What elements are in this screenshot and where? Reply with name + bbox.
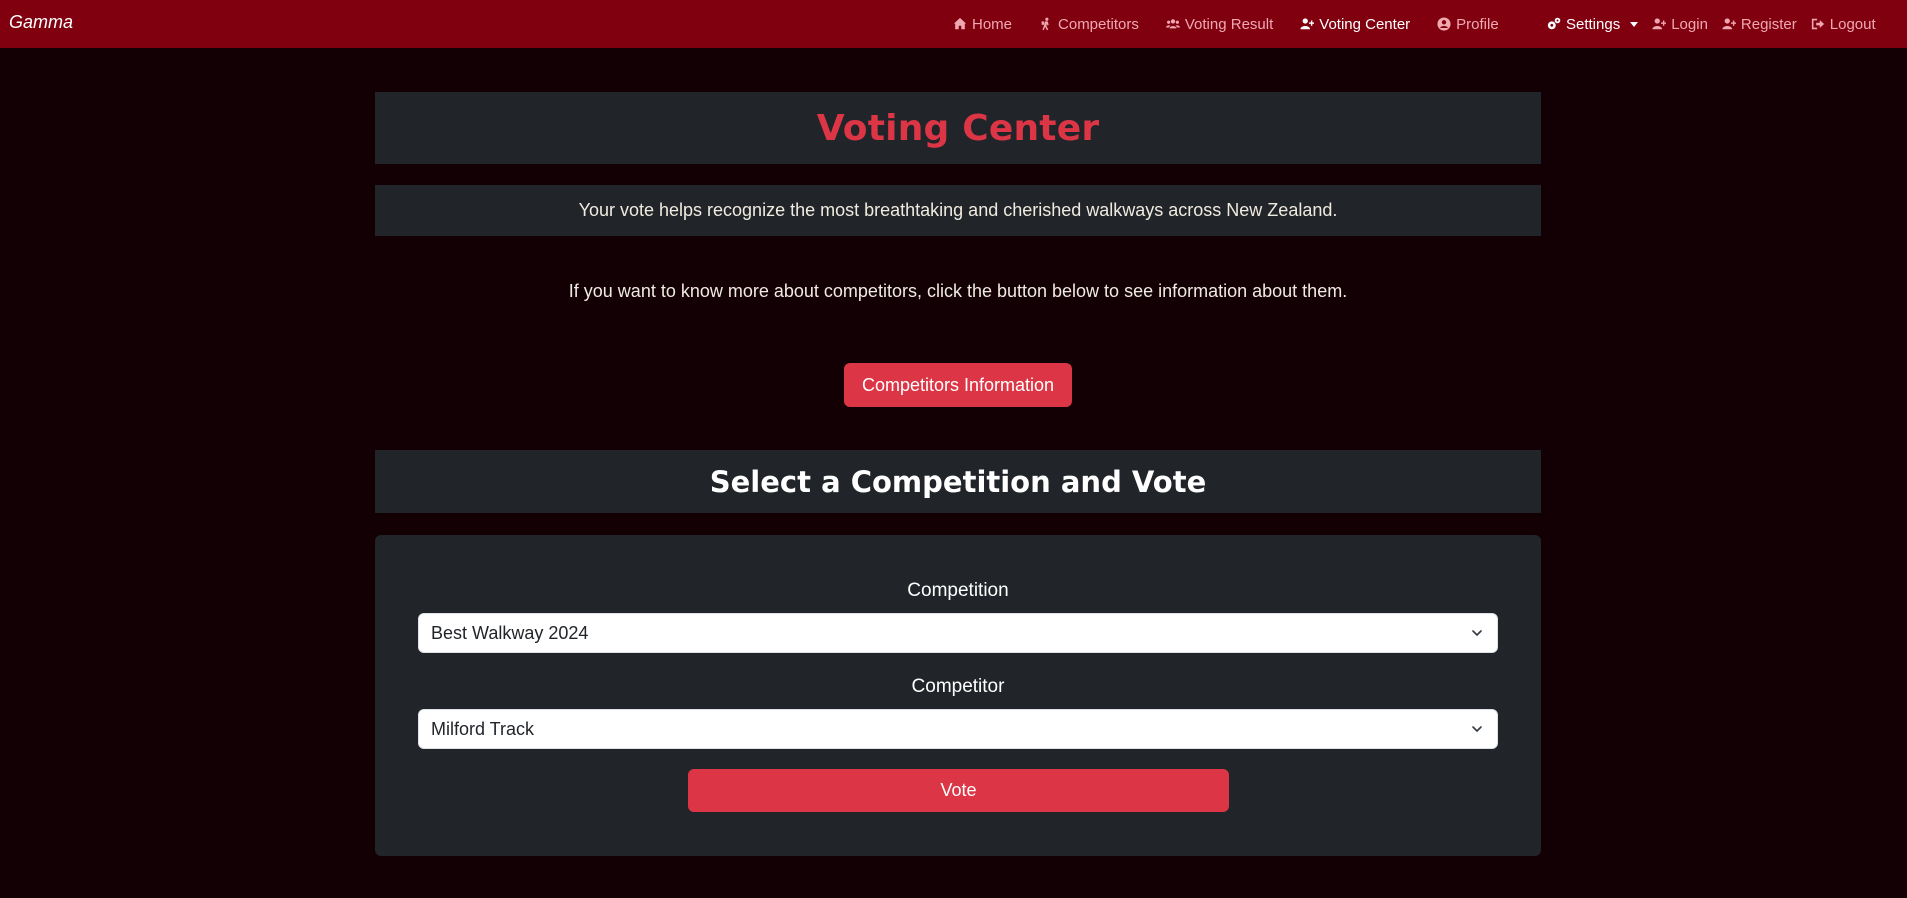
nav-login-label: Login <box>1671 15 1708 33</box>
competition-label: Competition <box>907 580 1009 601</box>
info-text: If you want to know more about competito… <box>568 281 1348 301</box>
intro-banner: Your vote helps recognize the most breat… <box>375 185 1541 236</box>
competitor-label: Competitor <box>911 676 1005 697</box>
competitor-select-value: Milford Track <box>431 718 535 739</box>
top-navbar: Gamma Home Competitors Voting Result Vot… <box>0 0 1907 48</box>
nav-profile[interactable]: Profile <box>1437 16 1499 33</box>
nav-login[interactable]: Login <box>1652 16 1708 33</box>
nav-register[interactable]: Register <box>1722 16 1797 33</box>
nav-links: Home Competitors Voting Result Voting Ce… <box>953 0 1526 48</box>
settings-dropdown[interactable]: Settings <box>1547 15 1639 33</box>
competitors-information-button[interactable]: Competitors Information <box>844 363 1072 407</box>
caret-down-icon <box>1630 21 1639 27</box>
nav-home[interactable]: Home <box>953 16 1012 33</box>
users-icon <box>1165 17 1180 31</box>
sign-out-icon <box>1811 17 1825 31</box>
competitor-select[interactable]: Milford Track <box>418 709 1498 749</box>
settings-label: Settings <box>1566 15 1621 33</box>
competition-select-value: Best Walkway 2024 <box>431 622 589 643</box>
section-title: Select a Competition and Vote <box>709 464 1207 499</box>
nav-home-label: Home <box>972 15 1013 33</box>
user-plus-icon <box>1722 17 1736 31</box>
nav-right: Settings Login Register Logout <box>1547 0 1890 48</box>
user-plus-icon <box>1300 17 1315 31</box>
nav-voting-result-label: Voting Result <box>1184 15 1274 33</box>
vote-form: Competition Best Walkway 2024 Competitor… <box>375 535 1541 856</box>
nav-logout[interactable]: Logout <box>1811 16 1876 33</box>
chevron-down-icon <box>1471 627 1483 639</box>
competition-select[interactable]: Best Walkway 2024 <box>418 613 1498 653</box>
nav-voting-result[interactable]: Voting Result <box>1165 15 1274 33</box>
home-icon <box>953 17 967 31</box>
nav-voting-center[interactable]: Voting Center <box>1300 16 1410 33</box>
page-title: Voting Center <box>816 107 1100 149</box>
section-banner: Select a Competition and Vote <box>375 450 1541 513</box>
vote-button[interactable]: Vote <box>688 769 1229 812</box>
nav-logout-label: Logout <box>1829 15 1876 33</box>
hiking-icon <box>1039 17 1053 31</box>
user-plus-icon <box>1652 17 1667 31</box>
chevron-down-icon <box>1471 723 1483 735</box>
nav-competitors[interactable]: Competitors <box>1039 16 1139 33</box>
intro-text: Your vote helps recognize the most breat… <box>578 200 1338 220</box>
title-banner: Voting Center <box>375 92 1541 164</box>
nav-voting-center-label: Voting Center <box>1319 15 1411 33</box>
user-circle-icon <box>1437 17 1451 31</box>
nav-competitors-label: Competitors <box>1058 15 1139 33</box>
nav-register-label: Register <box>1740 15 1797 33</box>
brand-logo[interactable]: Gamma <box>9 12 73 33</box>
cogs-icon <box>1547 17 1561 31</box>
nav-profile-label: Profile <box>1456 15 1499 33</box>
